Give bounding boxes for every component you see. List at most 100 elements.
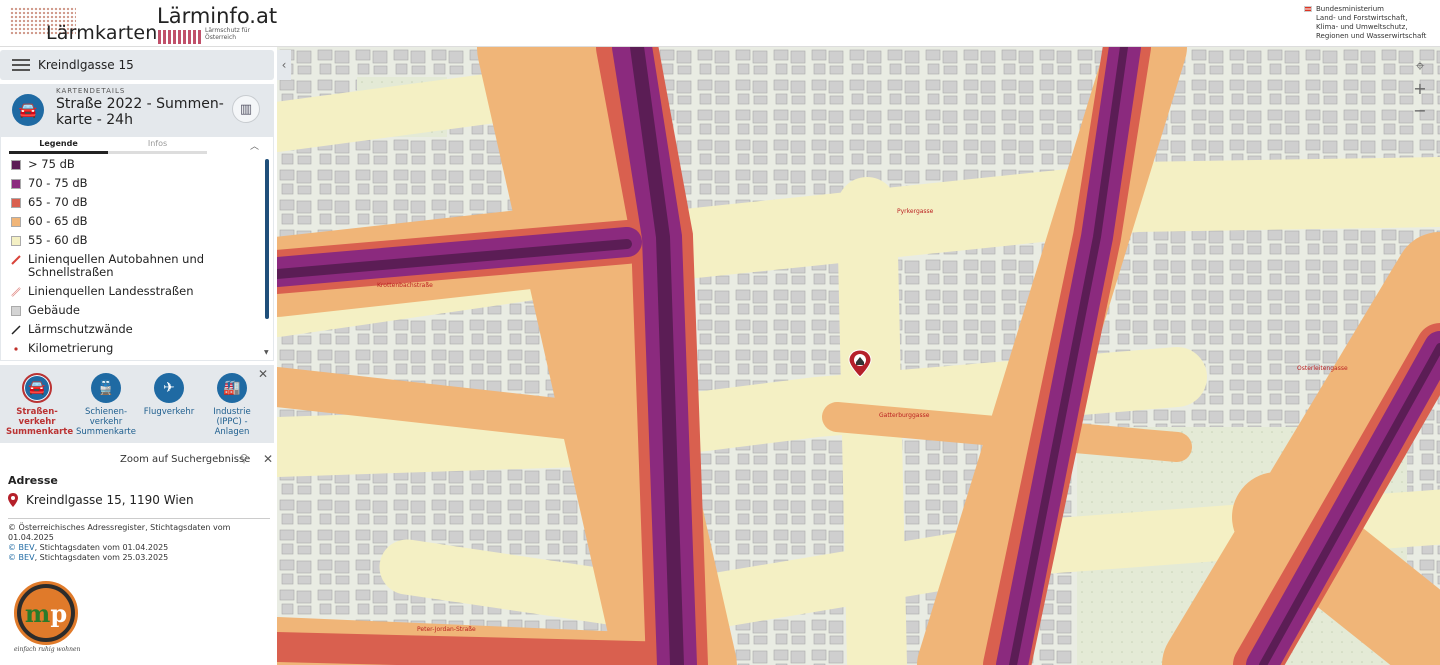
street-label: Krottenbachstraße xyxy=(377,282,433,289)
ministry-line: Regionen und Wasserwirtschaft xyxy=(1316,32,1427,40)
kilometer-dot-icon xyxy=(14,347,18,351)
tab-infos[interactable]: Infos xyxy=(108,138,207,154)
map-select-button[interactable]: ▥ xyxy=(232,95,260,123)
legend-label: Linienquellen Landesstraßen xyxy=(28,284,194,298)
category-label: Flugverkehr xyxy=(143,407,195,417)
source-line: © BEV, Stichtagsdaten vom 25.03.2025 xyxy=(8,553,276,563)
legend-item: Linienquellen Autobahnen und Schnellstra… xyxy=(11,253,259,279)
map-details-title: Straße 2022 - Summen-karte - 24h xyxy=(56,96,224,128)
legend-swatch xyxy=(11,179,21,189)
address-result[interactable]: Kreindlgasse 15, 1190 Wien xyxy=(8,493,194,507)
train-icon: 🚆 xyxy=(91,373,121,403)
laermkarten-logo-text: Lärmkarten xyxy=(46,22,158,44)
legend-label: Lärmschutzwände xyxy=(28,322,133,336)
address-search-bar[interactable]: Kreindlgasse 15 xyxy=(0,50,274,80)
noise-map[interactable]: Pyrkergasse Gatterburggasse Osterleiteng… xyxy=(277,47,1440,665)
data-sources: © Österreichisches Adressregister, Stich… xyxy=(8,523,276,563)
source-text: , Stichtagsdaten vom 25.03.2025 xyxy=(34,553,169,562)
legend-label: 60 - 65 dB xyxy=(28,214,88,228)
ministry-line: Land- und Forstwirtschaft, xyxy=(1316,14,1408,22)
street-label: Peter-Jordan-Straße xyxy=(417,626,476,633)
category-industry[interactable]: 🏭 Industrie (IPPC) - Anlagen xyxy=(201,373,263,437)
noise-map-canvas[interactable]: Pyrkergasse Gatterburggasse Osterleiteng… xyxy=(277,47,1440,665)
legend-item: 60 - 65 dB xyxy=(11,215,259,228)
category-label: Schienen-verkehr Summenkarte xyxy=(76,407,136,437)
source-text: , Stichtagsdaten vom 01.04.2025 xyxy=(34,543,169,552)
mp-tagline: einfach ruhig wohnen xyxy=(14,646,81,653)
legend-label: Gebäude xyxy=(28,303,80,317)
category-rail[interactable]: 🚆 Schienen-verkehr Summenkarte xyxy=(75,373,137,437)
street-label: Pyrkergasse xyxy=(897,208,934,215)
legend-list: > 75 dB 70 - 75 dB 65 - 70 dB 60 - 65 dB… xyxy=(11,158,259,361)
legend-label: > 75 dB xyxy=(28,157,75,171)
legend-label: 55 - 60 dB xyxy=(28,233,88,247)
collapse-sidebar-button[interactable]: ‹ xyxy=(277,50,291,80)
mp-logo: mp xyxy=(14,581,78,645)
noise-wall-line-icon xyxy=(11,325,21,335)
zoom-to-results-row: Zoom auf Suchergebnisse ⚲ ✕ xyxy=(0,451,277,469)
address-heading: Adresse xyxy=(8,474,58,487)
state-road-line-icon xyxy=(11,287,21,297)
factory-icon: 🏭 xyxy=(217,373,247,403)
legend-swatch xyxy=(11,160,21,170)
tab-legend[interactable]: Legende xyxy=(9,138,108,154)
scroll-down-icon[interactable]: ▼ xyxy=(264,349,269,356)
hamburger-icon[interactable] xyxy=(12,56,30,74)
chevron-up-icon[interactable]: ︿ xyxy=(250,139,259,152)
legend-swatch xyxy=(11,236,21,246)
mp-logo-p: p xyxy=(50,598,68,628)
legend-item: 65 - 70 dB xyxy=(11,196,259,209)
legend-label: Kilometrierung xyxy=(28,341,114,355)
legend-panel: Legende Infos ︿ > 75 dB 70 - 75 dB 65 - … xyxy=(0,136,274,361)
locate-icon[interactable]: ⌖ xyxy=(1408,55,1432,77)
source-line: © BEV, Stichtagsdaten vom 01.04.2025 xyxy=(8,543,276,553)
street-label: Osterleitengasse xyxy=(1297,365,1348,372)
legend-item: Kilometrierung xyxy=(11,342,259,355)
ministry-logo[interactable]: Bundesministerium Land- und Forstwirtsch… xyxy=(1304,5,1432,41)
search-icon[interactable]: ⚲ xyxy=(240,452,248,465)
legend-tabs: Legende Infos xyxy=(9,138,207,154)
ministry-line: Klima- und Umweltschutz, xyxy=(1316,23,1408,31)
zoom-in-icon[interactable]: + xyxy=(1408,77,1432,99)
category-label: Industrie (IPPC) - Anlagen xyxy=(213,407,251,437)
search-address[interactable]: Kreindlgasse 15 xyxy=(38,58,134,72)
plane-icon: ✈ xyxy=(154,373,184,403)
legend-swatch xyxy=(11,306,21,316)
map-details-label: KARTENDETAILS xyxy=(56,87,126,95)
divider xyxy=(8,518,270,519)
zoom-out-icon[interactable]: − xyxy=(1408,99,1432,121)
car-icon: 🚘 xyxy=(12,94,44,126)
bev-link[interactable]: © BEV xyxy=(8,543,35,552)
laerminfo-logo-subtitle: Lärmschutz für Österreich xyxy=(205,27,251,41)
austria-flag-icon xyxy=(1304,6,1312,12)
legend-label: 65 - 70 dB xyxy=(28,195,88,209)
highway-line-icon xyxy=(11,255,21,265)
legend-scrollbar[interactable] xyxy=(265,159,269,319)
map-icon: ▥ xyxy=(239,101,253,117)
address-value: Kreindlgasse 15, 1190 Wien xyxy=(26,493,194,507)
legend-item: 55 - 60 dB xyxy=(11,234,259,247)
chevron-left-icon: ‹ xyxy=(281,58,287,72)
zoom-to-results-link[interactable]: Zoom auf Suchergebnisse xyxy=(120,454,250,465)
category-label: Straßen-verkehr Summenkarte xyxy=(6,407,74,437)
location-pin-icon xyxy=(8,493,18,507)
source-line: © Österreichisches Adressregister, Stich… xyxy=(8,523,231,542)
mp-logo-m: m xyxy=(24,598,51,628)
legend-label: 70 - 75 dB xyxy=(28,176,88,190)
legend-item: Linienquellen Landesstraßen xyxy=(11,285,259,298)
ministry-line: Bundesministerium xyxy=(1316,5,1384,13)
laerminfo-logo[interactable]: Lärminfo.at Lärmschutz für Österreich xyxy=(157,4,277,44)
app-header: Lärmkarten Lärminfo.at Lärmschutz für Ös… xyxy=(0,0,1440,47)
bev-link[interactable]: © BEV xyxy=(8,553,35,562)
category-air[interactable]: ✈ Flugverkehr xyxy=(138,373,200,417)
laermkarten-logo[interactable]: Lärmkarten xyxy=(10,4,157,44)
map-tools: ⌖ + − xyxy=(1408,55,1432,121)
legend-swatch xyxy=(11,198,21,208)
close-icon[interactable]: ✕ xyxy=(263,452,273,466)
map-category-selector: ✕ 🚘 Straßen-verkehr Summenkarte 🚆 Schien… xyxy=(0,365,274,443)
legend-item: Lärmschutzwände xyxy=(11,323,259,336)
map-details-panel: 🚘 KARTENDETAILS Straße 2022 - Summen-kar… xyxy=(0,84,274,136)
car-icon: 🚘 xyxy=(22,373,52,403)
legend-item: 70 - 75 dB xyxy=(11,177,259,190)
category-road[interactable]: 🚘 Straßen-verkehr Summenkarte xyxy=(6,373,74,437)
